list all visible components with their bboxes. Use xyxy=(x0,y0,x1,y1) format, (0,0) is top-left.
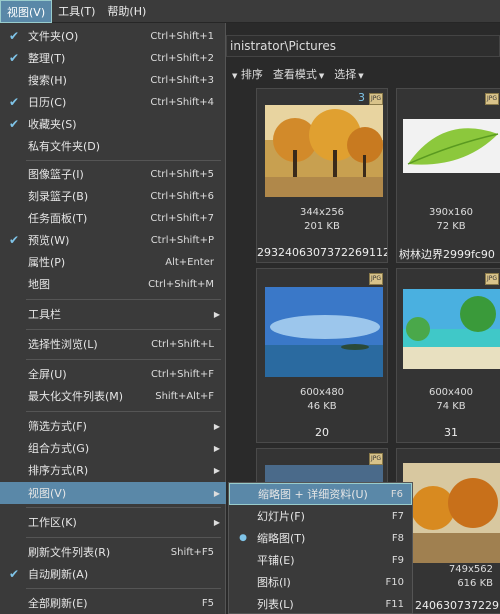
autumn-landscape-thumbnail xyxy=(403,463,500,563)
menu-item-toolbar[interactable]: 工具栏 ▶ xyxy=(0,303,226,325)
menu-item-selective-browse[interactable]: 选择性浏览(L) Ctrl+Shift+L xyxy=(0,333,226,355)
submenu-item-thumbnails-details[interactable]: 缩略图 + 详细资料(U) F6 xyxy=(229,483,412,505)
file-size: 74 KB xyxy=(436,401,466,412)
menu-item-calendar[interactable]: ✔ 日历(C) Ctrl+Shift+4 xyxy=(0,91,226,113)
green-leaf-thumbnail xyxy=(403,119,500,173)
file-name: 31 xyxy=(444,426,458,439)
check-icon: ✔ xyxy=(8,233,20,247)
file-name: 2932406307372269112 xyxy=(257,246,387,259)
menu-item-refresh-all[interactable]: 全部刷新(E) F5 xyxy=(0,592,226,614)
menu-item-properties[interactable]: 属性(P) Alt+Enter xyxy=(0,251,226,273)
address-bar[interactable]: inistrator\Pictures xyxy=(226,35,500,57)
menu-help[interactable]: 帮助(H) xyxy=(101,0,152,23)
file-tile[interactable]: JPG 600x400 74 KB 31 xyxy=(396,268,500,443)
menu-tools[interactable]: 工具(T) xyxy=(52,0,101,23)
menu-item-group-by[interactable]: 组合方式(G) ▶ xyxy=(0,437,226,459)
menu-item-folders[interactable]: ✔ 文件夹(O) Ctrl+Shift+1 xyxy=(0,25,226,47)
check-icon: ✔ xyxy=(8,567,20,581)
menu-item-preview[interactable]: ✔ 预览(W) Ctrl+Shift+P xyxy=(0,229,226,251)
jpg-badge-icon: JPG xyxy=(369,273,383,285)
menu-item-map[interactable]: 地图 Ctrl+Shift+M xyxy=(0,273,226,295)
menu-separator xyxy=(26,411,221,412)
menu-item-maximize-file-list[interactable]: 最大化文件列表(M) Shift+Alt+F xyxy=(0,385,226,407)
file-tile[interactable]: JPG 600x480 46 KB 20 xyxy=(256,268,388,443)
view-mode-button[interactable]: 查看模式 ▼ xyxy=(273,66,324,82)
browser-toolbar: ▼ 排序 查看模式 ▼ 选择 ▼ xyxy=(226,63,500,85)
file-tile[interactable]: JPG 3 344x256 201 KB 2932406307372269112 xyxy=(256,88,388,263)
select-button[interactable]: 选择 ▼ xyxy=(334,66,363,82)
file-name: 20 xyxy=(315,426,329,439)
menu-item-private-folder[interactable]: 私有文件夹(D) xyxy=(0,135,226,157)
menu-separator xyxy=(26,359,221,360)
submenu-item-tiles[interactable]: 平铺(E) F9 xyxy=(229,549,412,571)
submenu-arrow-icon: ▶ xyxy=(213,465,220,475)
count-badge: 3 xyxy=(358,91,365,104)
submenu-item-slideshow[interactable]: 幻灯片(F) F7 xyxy=(229,505,412,527)
file-size: 46 KB xyxy=(307,401,337,412)
image-dimensions: 390x160 xyxy=(428,207,474,218)
submenu-item-icons[interactable]: 图标(I) F10 xyxy=(229,571,412,593)
submenu-arrow-icon: ▶ xyxy=(213,421,220,431)
menu-separator xyxy=(26,507,221,508)
menu-item-view[interactable]: 视图(V) ▶ xyxy=(0,482,226,504)
submenu-item-list[interactable]: 列表(L) F11 xyxy=(229,593,412,614)
menu-item-search[interactable]: 搜索(H) Ctrl+Shift+3 xyxy=(0,69,226,91)
menu-item-organize[interactable]: ✔ 整理(T) Ctrl+Shift+2 xyxy=(0,47,226,69)
submenu-arrow-icon: ▶ xyxy=(213,309,220,319)
jpg-badge-icon: JPG xyxy=(369,453,383,465)
submenu-arrow-icon: ▶ xyxy=(213,443,220,453)
radio-dot-icon: ● xyxy=(239,533,247,543)
tropical-beach-thumbnail xyxy=(403,289,500,369)
image-dimensions: 600x480 xyxy=(299,387,345,398)
submenu-arrow-icon: ▶ xyxy=(213,517,220,527)
check-icon: ✔ xyxy=(8,29,20,43)
submenu-arrow-icon: ▶ xyxy=(213,488,220,498)
check-icon: ✔ xyxy=(8,51,20,65)
sort-button[interactable]: ▼ 排序 xyxy=(230,66,263,82)
jpg-badge-icon: JPG xyxy=(485,273,499,285)
menu-item-auto-refresh[interactable]: ✔ 自动刷新(A) xyxy=(0,563,226,585)
menu-item-filter-by[interactable]: 筛选方式(F) ▶ xyxy=(0,415,226,437)
menu-bar: 视图(V) 工具(T) 帮助(H) xyxy=(0,0,500,23)
jpg-badge-icon: JPG xyxy=(369,93,383,105)
file-name: 树林边界2999fc90 xyxy=(399,248,495,261)
jpg-badge-icon: JPG xyxy=(485,93,499,105)
file-size: 201 KB xyxy=(304,221,340,232)
sea-sky-thumbnail xyxy=(265,287,383,377)
menu-item-refresh-file-list[interactable]: 刷新文件列表(R) Shift+F5 xyxy=(0,541,226,563)
image-dimensions: 344x256 xyxy=(299,207,345,218)
menu-item-image-basket[interactable]: 图像篮子(I) Ctrl+Shift+5 xyxy=(0,163,226,185)
menu-item-sort-by[interactable]: 排序方式(R) ▶ xyxy=(0,459,226,481)
menu-separator xyxy=(26,537,221,538)
menu-view[interactable]: 视图(V) xyxy=(0,0,53,23)
menu-item-burn-basket[interactable]: 刻录篮子(B) Ctrl+Shift+6 xyxy=(0,185,226,207)
view-mode-submenu: 缩略图 + 详细资料(U) F6 幻灯片(F) F7 ● 缩略图(T) F8 平铺(E)… xyxy=(228,482,413,614)
check-icon: ✔ xyxy=(8,95,20,109)
image-dimensions: 600x400 xyxy=(428,387,474,398)
menu-item-workspace[interactable]: 工作区(K) ▶ xyxy=(0,511,226,533)
menu-separator xyxy=(26,160,221,161)
menu-separator xyxy=(26,299,221,300)
check-icon: ✔ xyxy=(8,117,20,131)
autumn-trees-thumbnail xyxy=(265,105,383,197)
file-size: 72 KB xyxy=(436,221,466,232)
menu-item-task-pane[interactable]: 任务面板(T) Ctrl+Shift+7 xyxy=(0,207,226,229)
view-menu-dropdown: ✔ 文件夹(O) Ctrl+Shift+1 ✔ 整理(T) Ctrl+Shift+2 搜… xyxy=(0,23,226,614)
menu-separator xyxy=(26,329,221,330)
menu-separator xyxy=(26,588,221,589)
menu-item-fullscreen[interactable]: 全屏(U) Ctrl+Shift+F xyxy=(0,363,226,385)
file-tile[interactable]: JPG 390x160 72 KB 树林边界2999fc90 xyxy=(396,88,500,263)
menu-item-favorites[interactable]: ✔ 收藏夹(S) xyxy=(0,113,226,135)
submenu-item-thumbnails[interactable]: ● 缩略图(T) F8 xyxy=(229,527,412,549)
